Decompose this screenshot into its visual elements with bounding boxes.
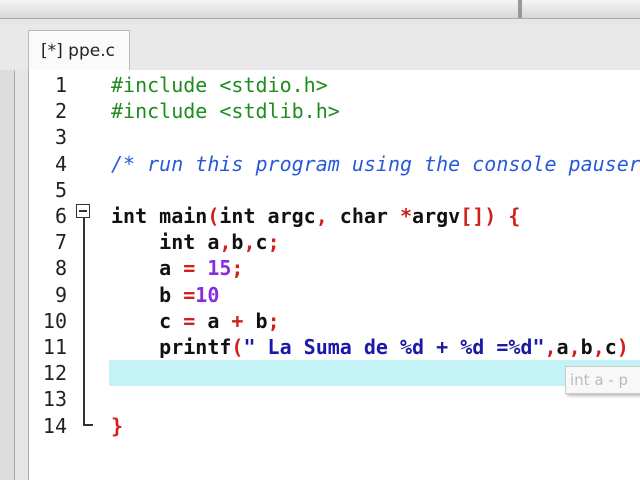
parameter-hint-tooltip: int a - p bbox=[565, 366, 640, 394]
line-number: 9 bbox=[54, 282, 67, 307]
code-line[interactable]: 5 bbox=[29, 177, 640, 203]
code-token: ; bbox=[267, 230, 280, 255]
code-token: b bbox=[243, 308, 268, 333]
code-token: , bbox=[315, 204, 328, 228]
fold-collapse-icon[interactable] bbox=[76, 204, 90, 218]
toolbar bbox=[0, 0, 640, 19]
code-token: ( bbox=[231, 335, 244, 359]
line-number: 10 bbox=[42, 308, 67, 333]
code-line[interactable]: 14} bbox=[29, 413, 640, 439]
fold-range-end bbox=[83, 424, 93, 426]
code-line[interactable]: 9 b =10 bbox=[29, 282, 640, 308]
line-number: 12 bbox=[42, 361, 67, 386]
code-line[interactable]: 8 a = 15; bbox=[29, 255, 640, 281]
code-token: } bbox=[111, 413, 124, 438]
code-line[interactable]: 2 #include <stdlib.h> bbox=[29, 98, 640, 124]
code-token: , bbox=[568, 335, 581, 359]
tab-ppe-c[interactable]: [*] ppe.c bbox=[28, 30, 130, 70]
code-text: printf(" La Suma de %d + %d =%d",a,b,c) bbox=[111, 334, 629, 360]
code-token: #include <stdlib.h> bbox=[111, 99, 340, 124]
code-token: b bbox=[111, 282, 184, 307]
code-line[interactable]: 12 bbox=[29, 360, 640, 387]
code-line[interactable]: 4 /* run this program using the console p… bbox=[29, 151, 640, 177]
code-line[interactable]: 6 int main(int argc, char *argv[]) { bbox=[29, 203, 640, 229]
line-number: 11 bbox=[42, 335, 67, 359]
code-line[interactable]: 7 int a,b,c; bbox=[29, 229, 640, 255]
code-token: 10 bbox=[195, 282, 220, 307]
line-number: 3 bbox=[54, 125, 67, 150]
fold-range-line bbox=[83, 218, 85, 426]
code-token: + bbox=[231, 308, 244, 333]
code-editor[interactable]: 1 #include <stdio.h> 2 #include <stdlib.h> 3… bbox=[28, 70, 640, 480]
code-token: a bbox=[111, 256, 184, 281]
project-pane bbox=[0, 24, 15, 480]
line-number: 8 bbox=[54, 256, 67, 281]
line-number: 5 bbox=[54, 177, 67, 202]
code-token: ( bbox=[207, 204, 220, 228]
code-text: } bbox=[111, 413, 123, 439]
code-token: * bbox=[400, 204, 413, 228]
code-line[interactable]: 3 bbox=[29, 124, 640, 150]
code-token: b bbox=[580, 335, 593, 359]
line-number: 7 bbox=[54, 230, 67, 255]
code-line[interactable]: 11 printf(" La Suma de %d + %d =%d",a,b,… bbox=[29, 334, 640, 360]
code-line[interactable]: 1 #include <stdio.h> bbox=[29, 72, 640, 98]
code-token: c bbox=[255, 230, 268, 255]
editor-tabs: [*] ppe.c bbox=[0, 24, 640, 70]
line-number: 2 bbox=[54, 99, 67, 124]
code-token: a bbox=[556, 335, 569, 359]
code-token: 15 bbox=[195, 256, 232, 281]
code-token: int a bbox=[111, 230, 220, 255]
code-text: int main(int argc, char *argv[]) { bbox=[111, 203, 520, 229]
code-token: " La Suma de %d + %d =%d" bbox=[243, 335, 545, 359]
line-number: 6 bbox=[54, 204, 67, 228]
code-token: int main bbox=[111, 204, 208, 228]
code-token: = bbox=[183, 282, 196, 307]
line-number: 13 bbox=[42, 387, 67, 412]
code-token: #include <stdio.h> bbox=[111, 73, 328, 97]
code-line[interactable]: 10 c = a + b; bbox=[29, 308, 640, 334]
code-token: ; bbox=[231, 256, 244, 281]
code-token: = bbox=[183, 308, 196, 333]
code-text: a = 15; bbox=[111, 255, 243, 281]
line-number: 14 bbox=[42, 413, 67, 438]
code-token: /* run this program using the console pa… bbox=[111, 151, 640, 176]
toolbar-separator bbox=[518, 0, 522, 18]
line-number: 4 bbox=[54, 151, 67, 176]
code-token: , bbox=[219, 230, 232, 255]
code-token: ) bbox=[616, 335, 629, 359]
current-line-highlight bbox=[109, 360, 640, 387]
code-token: a bbox=[195, 308, 232, 333]
code-token: char bbox=[327, 204, 400, 228]
code-text: /* run this program using the console pa… bbox=[111, 151, 640, 177]
code-text: b =10 bbox=[111, 282, 219, 308]
code-token: argv bbox=[412, 204, 461, 228]
code-token: c bbox=[111, 308, 184, 333]
code-token: = bbox=[183, 256, 196, 281]
code-line[interactable]: 13 bbox=[29, 386, 640, 412]
code-token: , bbox=[243, 230, 256, 255]
code-token: , bbox=[544, 335, 557, 359]
code-token: c bbox=[604, 335, 617, 359]
code-text: c = a + b; bbox=[111, 308, 280, 334]
code-text: #include <stdio.h> bbox=[111, 72, 328, 98]
line-number: 1 bbox=[54, 73, 67, 97]
code-token: printf bbox=[111, 335, 232, 359]
code-token: []) { bbox=[460, 204, 521, 228]
code-text: int a,b,c; bbox=[111, 229, 280, 255]
code-token: int argc bbox=[219, 204, 316, 228]
code-token: b bbox=[231, 230, 244, 255]
code-token: , bbox=[592, 335, 605, 359]
code-text: #include <stdlib.h> bbox=[111, 98, 340, 124]
code-token: ; bbox=[267, 308, 280, 333]
